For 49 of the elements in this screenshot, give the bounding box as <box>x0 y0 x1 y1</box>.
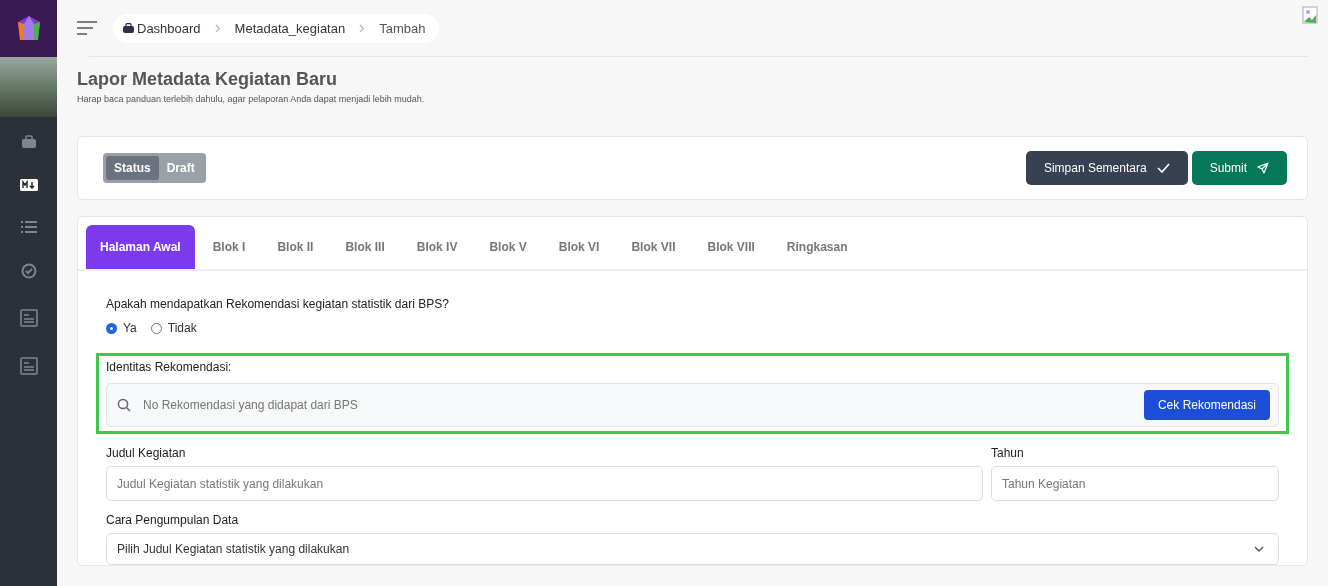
briefcase-icon[interactable] <box>20 135 37 149</box>
markdown-icon[interactable] <box>19 179 38 191</box>
tab[interactable]: Blok V <box>475 225 541 269</box>
broken-image-icon <box>1302 6 1320 24</box>
save-draft-button[interactable]: Simpan Sementara <box>1025 151 1188 185</box>
tab[interactable]: Blok VIII <box>693 225 769 269</box>
field-label: Judul Kegiatan <box>106 446 187 460</box>
checkmark-icon <box>1156 163 1170 173</box>
tab[interactable]: Halaman Awal <box>86 225 195 269</box>
tab[interactable]: Blok I <box>198 225 260 269</box>
tab[interactable]: Blok III <box>331 225 399 269</box>
select-field[interactable]: Pilih Judul Kegiatan statistik yang dilakukan <box>106 533 1279 565</box>
breadcrumb-link[interactable]: Dashboard <box>123 20 201 36</box>
field-label: Cara Pengumpulan Data <box>106 513 240 527</box>
field-label: Identitas Rekomendasi: <box>106 360 233 374</box>
breadcrumb-link[interactable]: Metadata_kegiatan <box>234 20 346 36</box>
radio-label: Tidak <box>167 321 197 335</box>
tab[interactable]: Ringkasan <box>772 225 862 269</box>
chevron-right-icon <box>214 23 221 33</box>
document-icon[interactable] <box>19 309 38 327</box>
send-icon <box>1257 162 1269 174</box>
chevron-right-icon <box>359 23 366 33</box>
search-icon <box>117 398 131 412</box>
page-title: Lapor Metadata Kegiatan Baru <box>77 69 339 90</box>
question-label: Apakah mendapatkan Rekomendasi kegiatan statistik dari BPS? <box>106 297 450 311</box>
radio-button[interactable] <box>106 322 117 334</box>
radio-label: Ya <box>123 321 137 335</box>
check-recommendation-button[interactable]: Cek Rekomendasi <box>1143 390 1270 420</box>
toggle-option[interactable]: Draft <box>158 156 203 180</box>
field-label: Tahun <box>991 446 1025 460</box>
submit-button[interactable]: Submit <box>1191 151 1287 185</box>
document-icon[interactable] <box>19 357 38 375</box>
briefcase-icon <box>123 23 134 33</box>
photo-placeholder <box>0 57 57 117</box>
toggle-option[interactable]: Status <box>106 156 159 180</box>
select-value: Pilih Judul Kegiatan statistik yang dilakukan <box>117 542 350 556</box>
breadcrumb-link[interactable]: Tambah <box>379 20 426 36</box>
check-circle-icon[interactable] <box>20 263 37 279</box>
tab[interactable]: Blok VI <box>544 225 614 269</box>
list-icon[interactable] <box>20 221 37 233</box>
search-field[interactable]: No Rekomendasi yang didapat dari BPS Cek Rekomendasi <box>106 383 1279 427</box>
page-subtitle: Harap baca panduan terlebih dahulu, agar pelaporan Anda dapat menjadi lebih mudah. <box>77 94 426 104</box>
tab[interactable]: Blok VII <box>617 225 690 269</box>
tab[interactable]: Blok II <box>263 225 328 269</box>
tab[interactable]: Blok IV <box>402 225 472 269</box>
input-field[interactable]: Tahun Kegiatan <box>991 466 1279 501</box>
chevron-down-icon <box>1254 546 1264 552</box>
menu-icon[interactable] <box>77 21 97 35</box>
input-field[interactable]: Judul Kegiatan statistik yang dilakukan <box>106 466 983 501</box>
